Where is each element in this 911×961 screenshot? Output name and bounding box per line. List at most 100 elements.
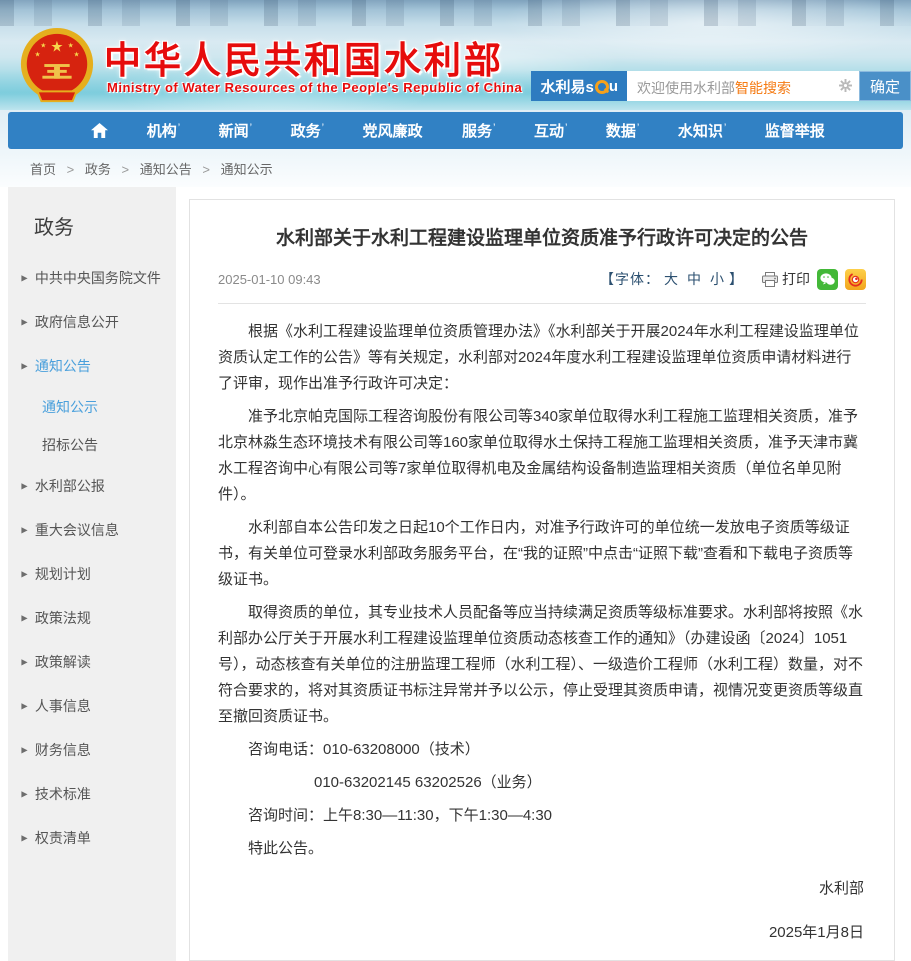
site-title: 中华人民共和国水利部 (104, 30, 504, 84)
nav-item-fuwu[interactable]: 服务’ (462, 120, 495, 141)
print-button[interactable]: 打印 (762, 269, 810, 289)
svg-text:★: ★ (40, 42, 46, 49)
main-content: 水利部关于水利工程建设监理单位资质准予行政许可决定的公告 2025-01-10 … (176, 187, 903, 961)
nav-item-label: 监督举报 (765, 123, 825, 140)
page-body: 政务 ▶中共中央国务院文件 ▶ 政府信息公开 ▶通知公告 通知公示 招标公告 ▶ 水… (8, 187, 903, 961)
nav-item-shuizhishi[interactable]: 水知识’ (678, 120, 726, 141)
nav-item-label: 服务 (462, 123, 492, 140)
sidebar-item-label: 重大会议信息 (35, 520, 119, 540)
sidebar-item-shuilibugongbao[interactable]: ▶ 水利部公报 (8, 464, 176, 508)
article-title: 水利部关于水利工程建设监理单位资质准予行政许可决定的公告 (228, 226, 856, 253)
search-brand-suffix: u (609, 78, 618, 95)
sidebar-item-label: 水利部公报 (35, 476, 105, 496)
breadcrumb-tongzhigonggao[interactable]: 通知公告 (140, 162, 192, 177)
sidebar-item-renshixinxi[interactable]: ▶ 人事信息 (8, 684, 176, 728)
dropdown-caret-icon: ’ (250, 122, 252, 134)
sidebar-item-jishubiaozhun[interactable]: ▶ 技术标准 (8, 772, 176, 816)
paragraph-phone-business: 010-63202145 63202526（业务） (218, 770, 866, 796)
nav-item-jiandujubao[interactable]: 监督举报 (765, 120, 826, 141)
search-bar: 水利易su 欢迎使用水利部智能搜索 确定 (531, 71, 911, 101)
font-size-small-button[interactable]: 小 (710, 271, 725, 287)
dropdown-caret-icon: ’ (724, 122, 726, 134)
sidebar-item-label: 政策解读 (35, 652, 91, 672)
paragraph-hours: 咨询时间：上午8:30—11:30，下午1:30—4:30 (218, 803, 866, 829)
sidebar-item-label: 人事信息 (35, 696, 91, 716)
breadcrumb-separator: > (67, 162, 75, 177)
triangle-bullet-icon: ▶ (21, 317, 27, 327)
sidebar-item-label: 技术标准 (35, 784, 91, 804)
triangle-bullet-icon: ▶ (21, 657, 27, 667)
triangle-bullet-icon: ▶ (21, 613, 27, 623)
font-size-widget: 【字体：大中小】 (600, 269, 744, 289)
sidebar-item-quanzeqingdan[interactable]: ▶ 权责清单 (8, 816, 176, 860)
sidebar-item-tongzhigonggao[interactable]: ▶通知公告 (8, 344, 176, 388)
sidebar-item-zhengfuxinxigongkai[interactable]: ▶ 政府信息公开 (8, 300, 176, 344)
sidebar-item-label: 政府信息公开 (35, 312, 119, 332)
site-subtitle: Ministry of Water Resources of the Peopl… (107, 80, 522, 95)
svg-text:★: ★ (68, 42, 74, 49)
triangle-bullet-icon: ▶ (21, 569, 27, 579)
nav-item-zhengwu[interactable]: 政务’ (291, 120, 324, 141)
sidebar-subitem-tongzhigongshi[interactable]: 通知公示 (8, 388, 176, 426)
triangle-bullet-icon: ▶ (21, 789, 27, 799)
nav-item-xinwen[interactable]: 新闻’ (219, 120, 252, 141)
dropdown-caret-icon: ’ (178, 122, 180, 134)
sidebar-item-guihuajihua[interactable]: ▶规划计划 (8, 552, 176, 596)
weibo-share-icon[interactable] (845, 269, 866, 290)
article-body: 根据《水利工程建设监理单位资质管理办法》《水利部关于开展2024年水利工程建设监… (218, 304, 866, 946)
header-photo-texture (0, 0, 911, 26)
sidebar: 政务 ▶中共中央国务院文件 ▶ 政府信息公开 ▶通知公告 通知公示 招标公告 ▶ 水… (8, 187, 176, 961)
home-icon[interactable] (91, 123, 108, 138)
triangle-bullet-icon: ▶ (21, 481, 27, 491)
nav-item-jigou[interactable]: 机构’ (147, 120, 180, 141)
article-container: 水利部关于水利工程建设监理单位资质准予行政许可决定的公告 2025-01-10 … (189, 199, 895, 961)
triangle-bullet-icon: ▶ (21, 361, 27, 371)
sidebar-item-zhongdahuiyixinxi[interactable]: ▶ 重大会议信息 (8, 508, 176, 552)
search-input[interactable] (627, 71, 859, 101)
nav-item-label: 机构 (147, 123, 177, 140)
breadcrumb-separator: > (122, 162, 130, 177)
sidebar-item-label: 权责清单 (35, 828, 91, 848)
national-emblem-logo: ★ ★ ★ ★ ★ (18, 27, 96, 105)
nav-item-label: 互动 (534, 123, 564, 140)
breadcrumb-zhengwu[interactable]: 政务 (85, 162, 111, 177)
nav-item-hudong[interactable]: 互动’ (534, 120, 567, 141)
triangle-bullet-icon: ▶ (21, 701, 27, 711)
sidebar-item-zhonggongzhongyang[interactable]: ▶中共中央国务院文件 (8, 256, 176, 300)
gear-icon[interactable] (839, 79, 852, 92)
nav-item-shuju[interactable]: 数据’ (606, 120, 639, 141)
breadcrumb: 首页 > 政务 > 通知公告 > 通知公示 (0, 149, 911, 187)
nav-item-label: 数据 (606, 123, 636, 140)
search-box: 欢迎使用水利部智能搜索 (627, 71, 859, 101)
search-submit-button[interactable]: 确定 (859, 71, 911, 101)
sidebar-item-label: 政策法规 (35, 608, 91, 628)
nav-item-dangfenglianzheng[interactable]: 党风廉政 (363, 120, 424, 141)
sidebar-subitem-zhaobiaogonggao[interactable]: 招标公告 (8, 426, 176, 464)
dropdown-caret-icon: ’ (493, 122, 495, 134)
breadcrumb-separator: > (202, 162, 210, 177)
main-nav: 机构’ 新闻’ 政务’ 党风廉政 服务’ 互动’ 数据’ 水知识’ 监督举报 (8, 112, 903, 149)
sidebar-title: 政务 (8, 203, 176, 256)
site-header: ★ ★ ★ ★ ★ 中华人民共和国水利部 Ministry of Water R… (0, 0, 911, 110)
paragraph-closing: 特此公告。 (218, 836, 866, 862)
breadcrumb-home[interactable]: 首页 (30, 162, 56, 177)
triangle-bullet-icon: ▶ (21, 273, 27, 283)
font-size-large-button[interactable]: 大 (664, 271, 679, 287)
breadcrumb-tongzhigongshi[interactable]: 通知公示 (221, 162, 273, 177)
sidebar-item-zhengcefagui[interactable]: ▶ 政策法规 (8, 596, 176, 640)
font-widget-open: 【字体： (600, 271, 660, 287)
svg-text:★: ★ (50, 39, 63, 55)
nav-item-label: 水知识 (678, 123, 723, 140)
triangle-bullet-icon: ▶ (21, 833, 27, 843)
sidebar-item-zhengcejiedu[interactable]: ▶ 政策解读 (8, 640, 176, 684)
paragraph: 准予北京帕克国际工程咨询股份有限公司等340家单位取得水利工程施工监理相关资质，… (218, 404, 866, 508)
paragraph: 根据《水利工程建设监理单位资质管理办法》《水利部关于开展2024年水利工程建设监… (218, 319, 866, 397)
wechat-share-icon[interactable] (817, 269, 838, 290)
triangle-bullet-icon: ▶ (21, 525, 27, 535)
sidebar-item-label: 财务信息 (35, 740, 91, 760)
font-size-medium-button[interactable]: 中 (687, 271, 702, 287)
paragraph: 取得资质的单位，其专业技术人员配备等应当持续满足资质等级标准要求。水利部将按照《… (218, 600, 866, 730)
nav-item-label: 新闻 (219, 123, 249, 140)
sidebar-item-caiwuxinxi[interactable]: ▶财务信息 (8, 728, 176, 772)
search-brand-label: 水利易su (531, 71, 627, 101)
